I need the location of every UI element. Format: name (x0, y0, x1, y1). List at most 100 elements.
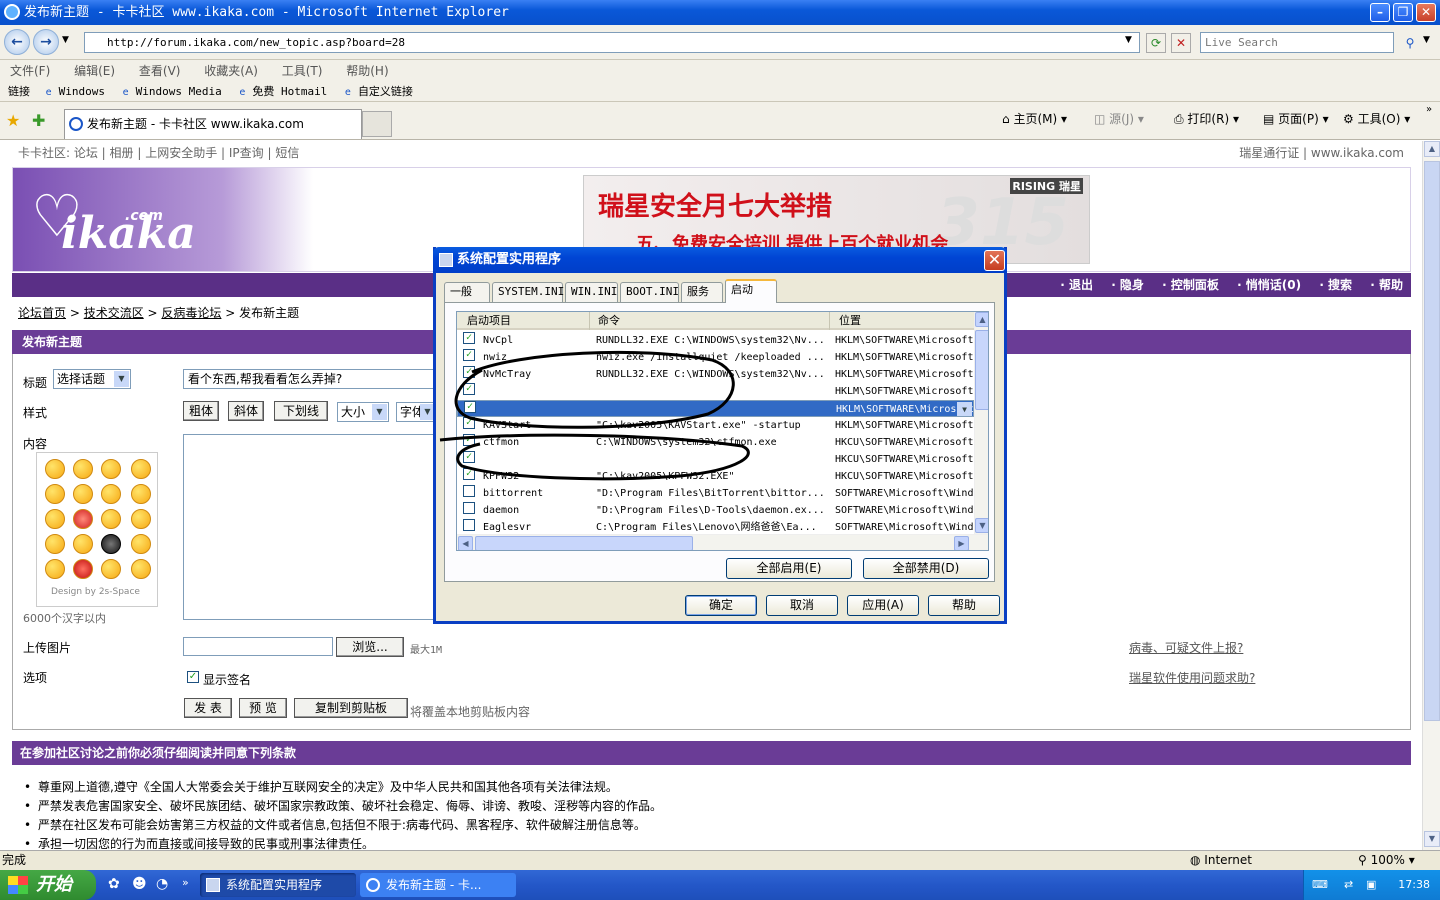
minimize-button[interactable]: – (1370, 3, 1390, 22)
scroll-thumb[interactable] (975, 330, 988, 410)
upload-path-input[interactable] (183, 637, 333, 656)
search-dropdown-icon[interactable]: ▼ (1423, 35, 1430, 45)
column-divider[interactable] (829, 312, 830, 330)
column-startup-item[interactable]: 启动项目 (467, 312, 511, 330)
emoji-icon[interactable] (73, 559, 93, 579)
column-command[interactable]: 命令 (598, 312, 620, 330)
page-scrollbar[interactable]: ▲ ▼ (1422, 141, 1440, 850)
browse-button[interactable]: 浏览... (336, 637, 404, 657)
favorites-star-icon[interactable]: ★ (6, 111, 20, 130)
close-window-button[interactable]: ✕ (1416, 3, 1436, 22)
emoji-icon[interactable] (131, 509, 151, 529)
emoji-icon[interactable] (73, 534, 93, 554)
startup-row[interactable]: ✓ KPFW32 "C:\kav2005\KPFW32.EXE" HKCU\SOFTW… (457, 468, 974, 485)
link-custom[interactable]: 自定义链接 (342, 82, 413, 102)
startup-row[interactable]: ✓ NvMcTray RUNDLL32.EXE C:\WINDOWS\system3… (457, 366, 974, 383)
topic-select[interactable]: 选择话题 (53, 369, 131, 389)
emoji-icon[interactable] (131, 459, 151, 479)
startup-row[interactable]: bittorrent "D:\Program Files\BitTorrent\b… (457, 485, 974, 502)
software-help-link[interactable]: 瑞星软件使用问题求助? (1129, 669, 1255, 686)
search-icon[interactable]: ⚲ (1400, 33, 1420, 53)
chevron-more-icon[interactable]: » (1426, 104, 1432, 115)
scroll-right-icon[interactable]: ▶ (954, 536, 969, 550)
nav-invisible[interactable]: · 隐身 (1111, 278, 1144, 292)
ok-button[interactable]: 确定 (685, 595, 757, 616)
scroll-down-icon[interactable]: ▼ (1424, 831, 1440, 847)
scroll-thumb[interactable] (1424, 161, 1440, 721)
tab-current-page[interactable]: 发布新主题 - 卡卡社区 www.ikaka.com (64, 109, 362, 139)
zoom-control[interactable]: ⚲ 100% ▾ (1358, 851, 1415, 869)
feeds-button[interactable]: ◫ 源(J) ▾ (1094, 110, 1144, 127)
startup-checkbox[interactable]: ✓ (463, 366, 475, 378)
emoji-icon[interactable] (131, 534, 151, 554)
startup-row[interactable]: ✓ ctfmon C:\WINDOWS\system32\ctfmon.exe HKC… (457, 434, 974, 451)
startup-checkbox[interactable]: ✓ (464, 401, 476, 413)
task-browser[interactable]: 发布新主题 - 卡... (360, 873, 516, 897)
startup-checkbox[interactable]: ✓ (463, 451, 475, 463)
page-menu-button[interactable]: ▤ 页面(P) ▾ (1263, 110, 1329, 127)
cancel-button[interactable]: 取消 (766, 595, 838, 616)
column-divider[interactable] (589, 312, 590, 330)
list-vertical-scrollbar[interactable]: ▲ ▼ (974, 312, 988, 534)
address-input[interactable]: http://forum.ikaka.com/new_topic.asp?boa… (84, 32, 1140, 53)
nav-control-panel[interactable]: · 控制面板 (1162, 278, 1219, 292)
scroll-down-icon[interactable]: ▼ (975, 518, 988, 533)
quicklaunch-icon[interactable]: ◔ (156, 876, 168, 892)
back-button[interactable]: ← (4, 29, 30, 55)
menu-favorites[interactable]: 收藏夹(A) (204, 64, 258, 78)
keyboard-icon[interactable]: ⌨ (1312, 870, 1328, 900)
enable-all-button[interactable]: 全部启用(E) (726, 558, 852, 579)
history-dropdown-icon[interactable]: ▼ (62, 35, 69, 45)
print-button[interactable]: ⎙ 打印(R) ▾ (1174, 110, 1239, 127)
crumb-antivirus[interactable]: 反病毒论坛 (161, 306, 221, 320)
crumb-forum-home[interactable]: 论坛首页 (18, 306, 66, 320)
content-textarea[interactable] (183, 434, 443, 620)
startup-checkbox[interactable] (463, 485, 475, 497)
emoji-icon[interactable] (101, 459, 121, 479)
startup-row[interactable]: ✓ HKCU\SOFTWARE\Microsoft (457, 451, 974, 468)
nav-help[interactable]: · 帮助 (1370, 278, 1403, 292)
crumb-tech[interactable]: 技术交流区 (84, 306, 144, 320)
home-button[interactable]: ⌂ 主页(M) ▾ (1002, 110, 1067, 127)
emoji-icon[interactable] (131, 559, 151, 579)
address-dropdown-icon[interactable]: ▼ (1125, 35, 1132, 45)
list-horizontal-scrollbar[interactable]: ◀ ▶ (457, 534, 988, 550)
tab-startup[interactable]: 启动 (725, 279, 777, 303)
emoji-icon[interactable] (131, 484, 151, 504)
menu-view[interactable]: 查看(V) (139, 64, 181, 78)
site-top-right[interactable]: 瑞星通行证 | www.ikaka.com (1239, 141, 1404, 165)
task-msconfig[interactable]: 系统配置实用程序 (200, 873, 356, 897)
window-title-bar[interactable]: 发布新主题 - 卡卡社区 www.ikaka.com - Microsoft I… (0, 0, 1440, 25)
tab-boot-ini[interactable]: BOOT.INI (620, 282, 679, 302)
startup-checkbox[interactable]: ✓ (463, 468, 475, 480)
font-select[interactable]: 字体 (396, 402, 436, 422)
emoji-icon[interactable] (45, 509, 65, 529)
help-button[interactable]: 帮助 (928, 595, 1000, 616)
emoji-icon[interactable] (101, 534, 121, 554)
ikaka-logo[interactable]: ♡ .com ikaka (13, 168, 313, 271)
forward-button[interactable]: → (33, 29, 59, 55)
startup-row[interactable]: ✓ KAVStart "C:\kav2005\KAVStart.exe" -star… (457, 417, 974, 434)
chevron-more-icon[interactable]: » (182, 876, 189, 889)
qq-icon[interactable]: ☻ (132, 876, 147, 892)
startup-row[interactable]: ✓ HKLM\SOFTWARE\Microsoft (457, 383, 974, 400)
menu-tools[interactable]: 工具(T) (282, 64, 323, 78)
emoji-icon[interactable] (45, 459, 65, 479)
apply-button[interactable]: 应用(A) (847, 595, 919, 616)
startup-checkbox[interactable]: ✓ (463, 434, 475, 446)
emoji-icon[interactable] (73, 459, 93, 479)
title-input[interactable]: 看个东西,帮我看看怎么弄掉? (183, 369, 443, 389)
menu-edit[interactable]: 编辑(E) (74, 64, 115, 78)
emoji-icon[interactable] (45, 534, 65, 554)
maximize-button[interactable]: ❐ (1393, 3, 1413, 22)
emoji-icon[interactable] (101, 484, 121, 504)
scroll-left-icon[interactable]: ◀ (458, 536, 473, 550)
add-favorite-icon[interactable]: ✚ (32, 111, 45, 130)
startup-checkbox[interactable]: ✓ (463, 417, 475, 429)
startup-checkbox[interactable]: ✓ (463, 349, 475, 361)
dialog-close-button[interactable]: ✕ (984, 250, 1005, 271)
tab-general[interactable]: 一般 (444, 282, 490, 302)
startup-row[interactable]: ✓ HKLM\SOFTWARE\Microsoft (457, 400, 974, 417)
emoji-icon[interactable] (73, 509, 93, 529)
scroll-up-icon[interactable]: ▲ (975, 312, 988, 327)
